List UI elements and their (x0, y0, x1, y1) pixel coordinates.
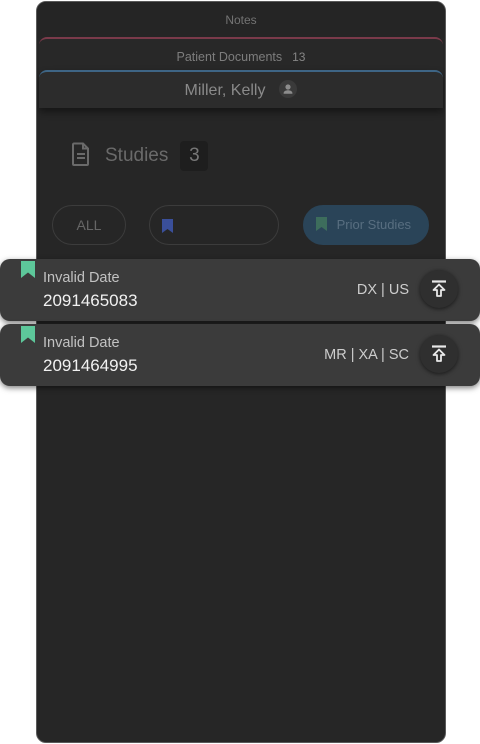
study-date: Invalid Date (43, 335, 120, 351)
filter-prior-label: Prior Studies (336, 217, 412, 232)
studies-header: Studies 3 (71, 140, 209, 172)
study-modalities: MR | XA | SC (324, 347, 409, 363)
upload-button[interactable] (420, 335, 458, 373)
person-icon (279, 79, 298, 98)
bookmark-icon (162, 219, 173, 236)
bookmark-icon[interactable] (21, 261, 35, 283)
document-icon (71, 142, 91, 171)
tab-patient-documents[interactable]: Patient Documents 13 (39, 37, 443, 73)
tab-notes[interactable]: Notes (37, 2, 445, 38)
tab-notes-label: Notes (225, 13, 257, 27)
bookmark-icon (316, 217, 331, 234)
study-id: 2091465083 (43, 291, 138, 310)
upload-button[interactable] (420, 270, 458, 308)
upload-icon (432, 280, 446, 297)
filter-all-button[interactable]: ALL (52, 205, 126, 245)
upload-icon (432, 345, 446, 362)
study-modalities: DX | US (356, 282, 409, 298)
patient-name: Miller, Kelly (184, 82, 266, 99)
tab-patient-documents-label: Patient Documents (176, 50, 283, 64)
studies-title: Studies (105, 145, 169, 166)
studies-count: 3 (180, 141, 209, 171)
filter-prior-studies-button[interactable]: Prior Studies (303, 205, 429, 245)
study-date: Invalid Date (43, 270, 120, 286)
study-id: 2091464995 (43, 356, 138, 375)
filter-all-label: ALL (76, 217, 102, 233)
tab-patient[interactable]: Miller, Kelly (39, 70, 443, 108)
study-card[interactable]: Invalid Date 2091464995 MR | XA | SC (0, 324, 480, 386)
study-card[interactable]: Invalid Date 2091465083 DX | US (0, 259, 480, 321)
bookmark-icon[interactable] (21, 326, 35, 348)
filter-bookmarked-button[interactable] (149, 205, 279, 245)
